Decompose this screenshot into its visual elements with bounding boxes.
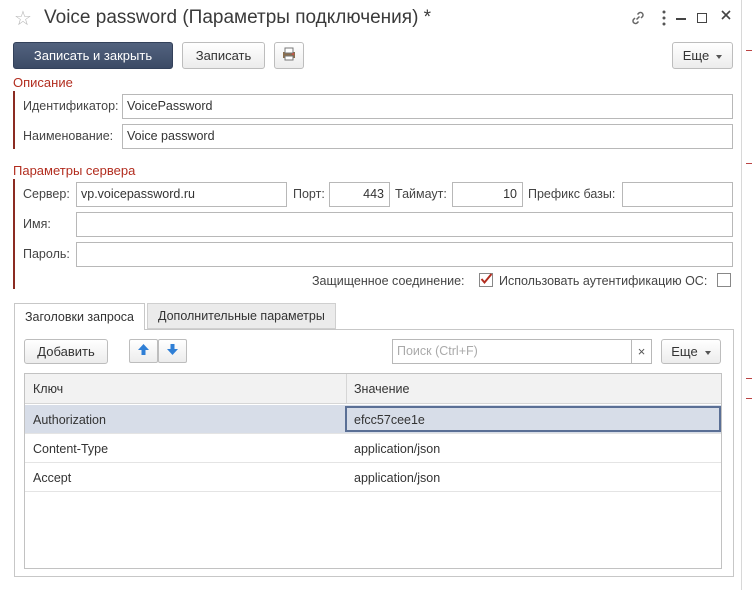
add-label: Добавить (37, 344, 95, 359)
save-and-close-button[interactable]: Записать и закрыть (13, 42, 173, 69)
os-auth-checkbox[interactable] (717, 273, 731, 287)
checkmark-icon (480, 273, 493, 285)
identifier-label: Идентификатор: (23, 99, 119, 113)
favorite-star-icon[interactable]: ☆ (14, 6, 32, 31)
link-icon[interactable] (630, 10, 646, 29)
save-label: Записать (195, 48, 252, 63)
server-section-title: Параметры сервера (13, 163, 136, 178)
add-button[interactable]: Добавить (24, 339, 108, 364)
os-auth-label: Использовать аутентификацию ОС: (499, 274, 708, 288)
table-row[interactable]: Content-Type application/json (25, 434, 721, 463)
secure-connection-checkbox[interactable] (479, 273, 493, 287)
db-prefix-label: Префикс базы: (528, 187, 616, 201)
name-field[interactable]: Voice password (122, 124, 733, 149)
port-label: Порт: (293, 187, 325, 201)
tab-request-headers-label: Заголовки запроса (25, 310, 134, 324)
column-header-key[interactable]: Ключ (33, 382, 63, 396)
row-key: Content-Type (33, 442, 109, 456)
table-row[interactable]: Accept application/json (25, 463, 721, 492)
server-label: Сервер: (23, 187, 70, 201)
clear-icon: × (637, 344, 646, 359)
move-down-button[interactable] (158, 339, 187, 363)
chevron-down-icon (704, 350, 711, 355)
active-cell[interactable]: efcc57cee1e (345, 406, 721, 432)
server-section-bar (13, 179, 15, 289)
row-key: Authorization (33, 413, 106, 427)
tab-request-headers[interactable]: Заголовки запроса (14, 303, 145, 330)
description-section-title: Описание (13, 75, 73, 90)
clear-search-button[interactable]: × (631, 339, 652, 364)
table-row[interactable]: Authorization efcc57cee1e (25, 405, 721, 434)
more-menu-button[interactable]: Еще (672, 42, 733, 69)
user-name-label: Имя: (23, 217, 51, 231)
user-name-field[interactable] (76, 212, 733, 237)
secure-connection-label: Защищенное соединение: (312, 274, 465, 288)
table-header: Ключ Значение (25, 374, 721, 404)
background-edge-mark (746, 378, 752, 379)
row-value: application/json (354, 471, 441, 485)
background-edge-mark (746, 50, 752, 51)
search-input[interactable]: Поиск (Ctrl+F) (392, 339, 632, 364)
timeout-field[interactable]: 10 (452, 182, 523, 207)
form-window: ☆ Voice password (Параметры подключения)… (0, 0, 742, 590)
db-prefix-field[interactable] (622, 182, 733, 207)
port-field[interactable]: 443 (329, 182, 390, 207)
row-value: application/json (354, 442, 441, 456)
close-icon[interactable] (719, 8, 733, 25)
tab-additional-params[interactable]: Дополнительные параметры (147, 303, 336, 329)
column-divider (346, 374, 347, 404)
column-header-value[interactable]: Значение (354, 382, 409, 396)
save-and-close-label: Записать и закрыть (33, 48, 153, 63)
save-button[interactable]: Записать (182, 42, 265, 69)
chevron-down-icon (716, 54, 723, 59)
arrow-up-icon (137, 343, 150, 359)
arrow-down-icon (166, 343, 179, 359)
panel-more-label: Еще (671, 344, 698, 359)
window-title: Voice password (Параметры подключения) * (44, 7, 432, 28)
password-label: Пароль: (23, 247, 70, 261)
move-up-button[interactable] (129, 339, 158, 363)
row-key: Accept (33, 471, 72, 485)
description-section-bar (13, 91, 15, 149)
print-button[interactable] (274, 42, 304, 69)
more-vertical-icon[interactable] (661, 9, 667, 30)
panel-more-button[interactable]: Еще (661, 339, 721, 364)
more-label: Еще (682, 48, 710, 63)
row-value: efcc57cee1e (354, 413, 425, 427)
tab-additional-params-label: Дополнительные параметры (158, 309, 325, 323)
timeout-label: Таймаут: (395, 187, 447, 201)
print-icon (281, 46, 297, 65)
name-label: Наименование: (23, 129, 114, 143)
headers-table: Ключ Значение Authorization efcc57cee1e … (24, 373, 722, 569)
background-edge-mark (746, 398, 752, 399)
password-field[interactable] (76, 242, 733, 267)
maximize-icon[interactable] (697, 13, 707, 23)
identifier-field[interactable]: VoicePassword (122, 94, 733, 119)
server-field[interactable]: vp.voicepassword.ru (76, 182, 287, 207)
minimize-icon[interactable] (676, 18, 686, 20)
background-edge-mark (746, 163, 752, 164)
